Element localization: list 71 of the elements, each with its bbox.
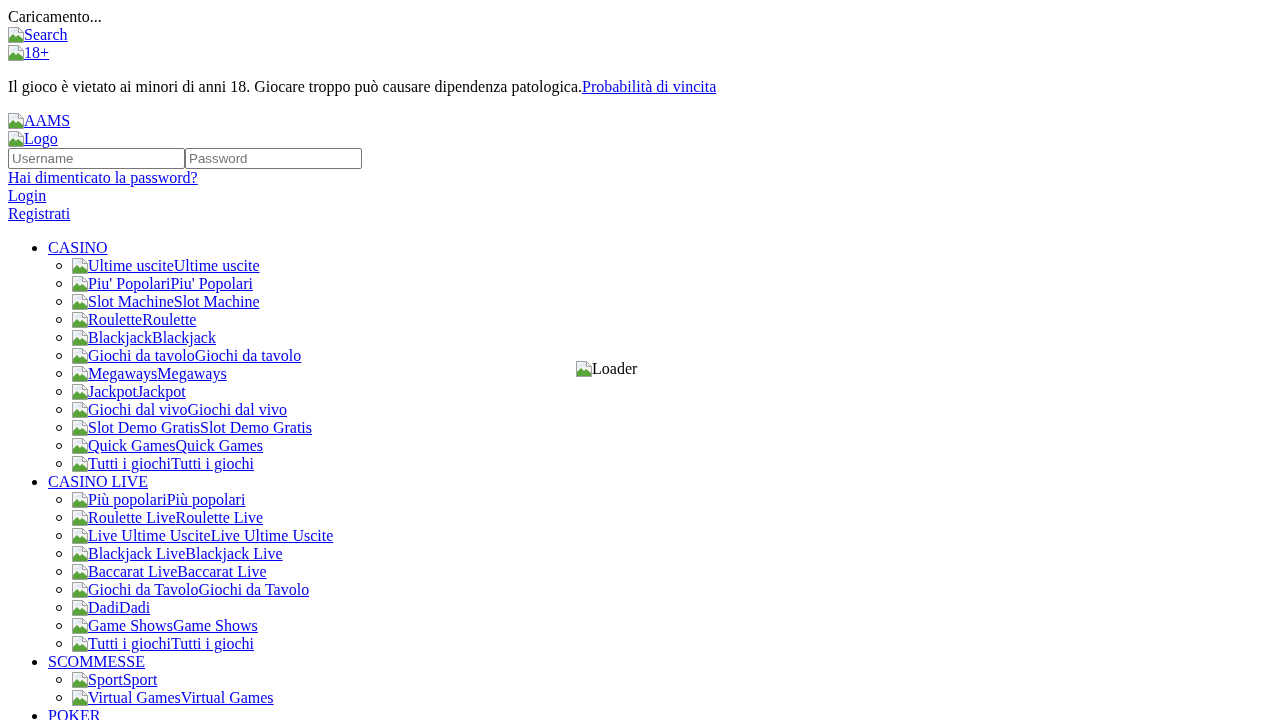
menu-link[interactable]: Piu' PopolariPiu' Popolari — [72, 275, 253, 293]
image-icon — [72, 510, 88, 526]
category-link[interactable]: CASINO LIVE — [48, 473, 148, 491]
menu-link[interactable]: Tutti i giochiTutti i giochi — [72, 635, 254, 653]
menu-link[interactable]: MegawaysMegaways — [72, 365, 227, 383]
image-icon — [72, 546, 88, 562]
image-icon — [72, 618, 88, 634]
username-field[interactable]: Username — [8, 148, 185, 169]
loader-text: Loader — [592, 360, 638, 377]
menu-link[interactable]: Roulette LiveRoulette Live — [72, 509, 264, 527]
register-link[interactable]: Registrati — [8, 205, 71, 222]
odds-link[interactable]: Probabilità di vincita — [582, 78, 717, 95]
image-icon — [72, 276, 88, 292]
bullet-icon — [32, 245, 37, 251]
image-icon — [72, 294, 88, 310]
forgot-password-link[interactable]: Hai dimenticato la password? — [8, 169, 198, 186]
image-icon — [8, 131, 24, 147]
image-icon — [72, 582, 88, 598]
aams-link[interactable]: AAMS — [8, 112, 71, 129]
category-link[interactable]: SCOMMESSE — [48, 653, 145, 671]
password-field[interactable]: Password — [185, 148, 362, 169]
bullet-icon — [32, 479, 37, 485]
image-icon — [72, 456, 88, 472]
image-icon — [8, 27, 24, 43]
bullet-icon — [32, 713, 37, 719]
image-icon — [72, 420, 88, 436]
menu-link[interactable]: Blackjack LiveBlackjack Live — [72, 545, 283, 563]
menu-link[interactable]: Quick GamesQuick Games — [72, 437, 264, 455]
menu-link[interactable]: Più popolariPiù popolari — [72, 491, 246, 509]
image-icon — [72, 366, 88, 382]
menu-link[interactable]: Giochi da TavoloGiochi da Tavolo — [72, 581, 310, 599]
image-icon — [72, 258, 88, 274]
age-limit-link[interactable]: 18+ — [8, 44, 50, 61]
image-icon — [72, 384, 88, 400]
menu-link[interactable]: Game ShowsGame Shows — [72, 617, 258, 635]
image-icon — [72, 402, 88, 418]
menu-link[interactable]: Giochi dal vivoGiochi dal vivo — [72, 401, 288, 419]
menu-link[interactable]: Tutti i giochiTutti i giochi — [72, 455, 254, 473]
image-icon — [72, 438, 88, 454]
image-icon — [72, 528, 88, 544]
menu-link[interactable]: Giochi da tavoloGiochi da tavolo — [72, 347, 302, 365]
menu-link[interactable]: DadiDadi — [72, 599, 151, 617]
menu-link[interactable]: Virtual GamesVirtual Games — [72, 689, 274, 707]
menu-link[interactable]: JackpotJackpot — [72, 383, 186, 401]
menu-link[interactable]: Slot MachineSlot Machine — [72, 293, 260, 311]
loading-text: Caricamento... — [8, 8, 102, 25]
logo-link[interactable]: Logo — [8, 130, 58, 147]
image-icon — [72, 348, 88, 364]
menu-link[interactable]: Baccarat LiveBaccarat Live — [72, 563, 267, 581]
menu-link[interactable]: Ultime usciteUltime uscite — [72, 257, 260, 275]
search-link[interactable]: Search — [8, 26, 68, 43]
image-icon — [72, 690, 88, 706]
menu-link[interactable]: Live Ultime UsciteLive Ultime Uscite — [72, 527, 334, 545]
menu-link[interactable]: SportSport — [72, 671, 158, 689]
image-icon — [72, 330, 88, 346]
image-icon — [576, 361, 592, 377]
category-link[interactable]: CASINO — [48, 239, 108, 257]
image-icon — [72, 312, 88, 328]
bullet-icon — [32, 659, 37, 665]
image-icon — [72, 636, 88, 652]
image-icon — [72, 600, 88, 616]
image-icon — [72, 672, 88, 688]
image-icon — [8, 113, 24, 129]
image-icon — [72, 492, 88, 508]
menu-link[interactable]: Slot Demo GratisSlot Demo Gratis — [72, 419, 312, 437]
menu-link[interactable]: RouletteRoulette — [72, 311, 197, 329]
menu-link[interactable]: BlackjackBlackjack — [72, 329, 216, 347]
image-icon — [72, 564, 88, 580]
login-link[interactable]: Login — [8, 187, 47, 204]
warning-text: Il gioco è vietato ai minori di anni 18. Giocare troppo può causare dipendenza patologica.Probabilità di vincita — [8, 78, 718, 96]
image-icon — [8, 45, 24, 61]
